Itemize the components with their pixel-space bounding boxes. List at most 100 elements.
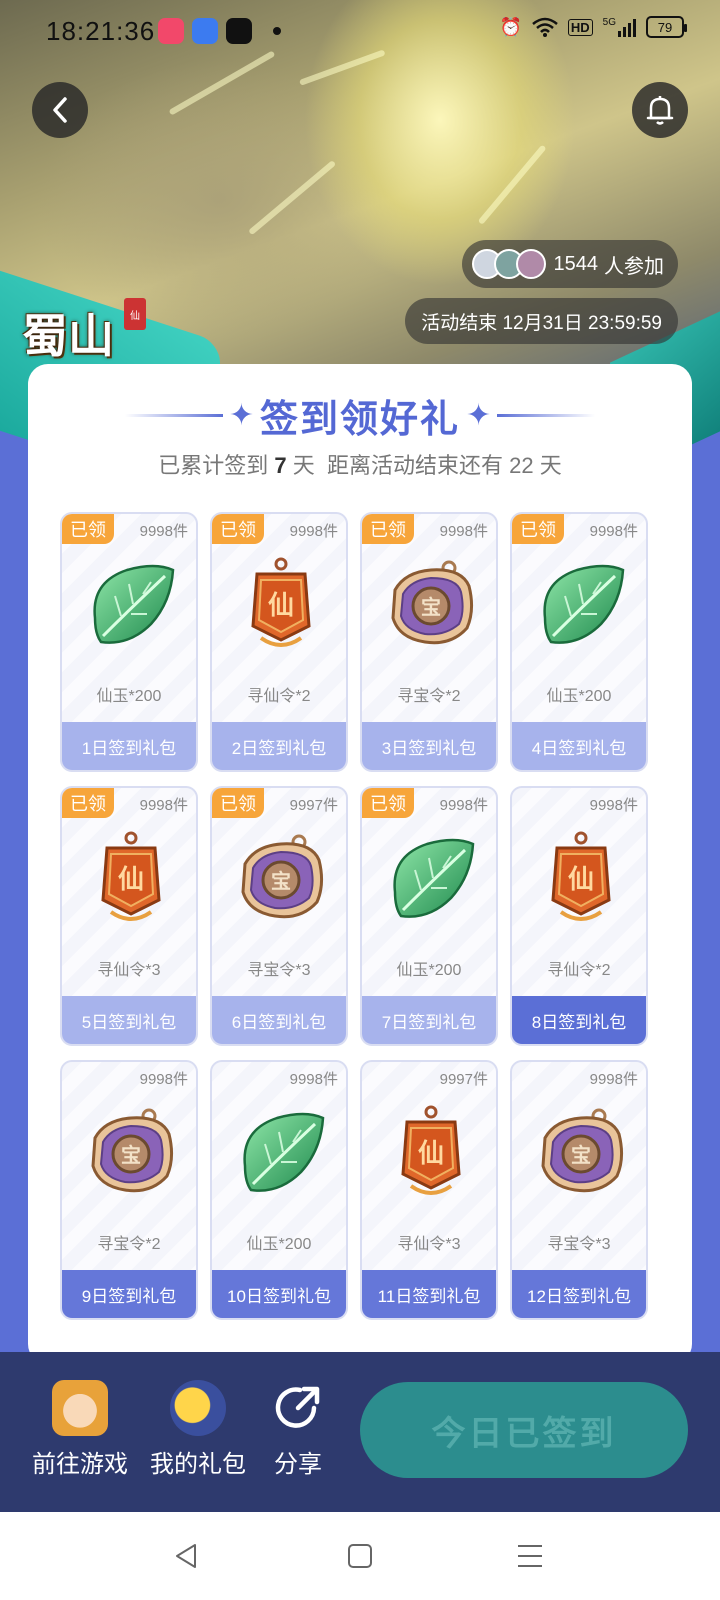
game-icon [52, 1380, 108, 1436]
remaining-days: 22 [509, 453, 534, 478]
checkin-card: ✦ 签到领好礼 ✦ 已累计签到 7 天 距离活动结束还有 22 天 已领 9998… [28, 364, 692, 1364]
reward-day-label: 7日签到礼包 [362, 996, 496, 1044]
reward-day-label: 9日签到礼包 [62, 1270, 196, 1318]
reward-item-name: 寻仙令*2 [547, 962, 611, 979]
svg-text:宝: 宝 [421, 595, 441, 619]
reward-stock: 9998件 [439, 797, 488, 814]
gift-icon [170, 1380, 226, 1436]
reward-stock: 9997件 [289, 797, 338, 814]
reward-card-day-6[interactable]: 已领 9997件宝寻宝令*3 6日签到礼包 [210, 786, 348, 1046]
signal-icon: 5G [603, 17, 636, 37]
sparkle-icon: ✦ [228, 399, 254, 432]
avatar [515, 249, 546, 279]
share-button[interactable]: 分享 [270, 1380, 326, 1479]
reward-item-name: 寻仙令*2 [247, 688, 311, 705]
avatar-stack [471, 249, 546, 279]
activity-end-time: 活动结束 12月31日 23:59:59 [405, 298, 678, 344]
reward-day-label: 5日签到礼包 [62, 996, 196, 1044]
reward-card-day-9[interactable]: 9998件宝寻宝令*2 9日签到礼包 [60, 1060, 198, 1320]
svg-text:宝: 宝 [571, 1143, 591, 1167]
claimed-badge: 已领 [212, 514, 264, 544]
reward-card-day-5[interactable]: 已领 9998件仙寻仙令*3 5日签到礼包 [60, 786, 198, 1046]
reward-stock: 9998件 [289, 1071, 338, 1088]
bottom-bar: 前往游戏 我的礼包 分享 今日已签到 [0, 1352, 720, 1512]
triangle-back-icon [176, 1544, 196, 1568]
reward-card-day-8[interactable]: 9998件仙寻仙令*2 8日签到礼包 [510, 786, 648, 1046]
notification-button[interactable] [632, 82, 688, 138]
battery-level: 79 [657, 19, 673, 35]
treasure-token-icon: 宝 [381, 556, 481, 656]
reward-item-name: 仙玉*200 [246, 1236, 312, 1253]
signed-days: 7 [274, 453, 287, 478]
svg-text:仙: 仙 [268, 591, 294, 621]
checkin-summary: 已累计签到 7 天 距离活动结束还有 22 天 [158, 453, 562, 478]
reward-grid: 已领 9998件 仙玉*200 1日签到礼包 已领 9998件仙寻仙令*2 2日签到礼包 已领… [60, 512, 648, 1320]
xian-token-icon: 仙 [531, 830, 631, 930]
reward-stock: 9998件 [289, 523, 338, 540]
menu-icon [518, 1545, 542, 1567]
bell-icon [646, 96, 674, 125]
reward-card-day-2[interactable]: 已领 9998件仙寻仙令*2 2日签到礼包 [210, 512, 348, 772]
claimed-badge: 已领 [362, 514, 414, 544]
reward-day-label: 12日签到礼包 [512, 1270, 646, 1318]
reward-stock: 9997件 [439, 1071, 488, 1088]
reward-day-label: 1日签到礼包 [62, 722, 196, 770]
status-time: 18:21:36 [46, 16, 156, 46]
jade-leaf-icon [531, 556, 631, 656]
status-bar: 18:21:36 ⏰ HD 5G 79 [0, 0, 720, 64]
reward-card-day-10[interactable]: 9998件仙玉*200 10日签到礼包 [210, 1060, 348, 1320]
share-icon [275, 1386, 320, 1428]
reward-stock: 9998件 [139, 523, 188, 540]
hd-icon: HD [567, 18, 593, 36]
reward-item-name: 寻宝令*3 [247, 962, 311, 979]
reward-item-name: 寻仙令*3 [397, 1236, 461, 1253]
claimed-badge: 已领 [512, 514, 564, 544]
more-notifications-dot [273, 27, 281, 35]
card-title-row: ✦ 签到领好礼 ✦ [28, 388, 692, 443]
reward-item-name: 寻宝令*2 [397, 688, 461, 705]
status-icons: ⏰ HD 5G 79 [499, 16, 687, 38]
reward-card-day-1[interactable]: 已领 9998件 仙玉*200 1日签到礼包 [60, 512, 198, 772]
my-gifts-button[interactable]: 我的礼包 [150, 1380, 246, 1479]
reward-stock: 9998件 [589, 797, 638, 814]
alarm-icon: ⏰ [499, 16, 522, 37]
square-home-icon [348, 1544, 372, 1568]
go-game-button[interactable]: 前往游戏 [32, 1380, 128, 1479]
reward-card-day-11[interactable]: 9997件仙寻仙令*3 11日签到礼包 [360, 1060, 498, 1320]
jade-leaf-icon [231, 1104, 331, 1204]
back-button[interactable] [32, 82, 88, 138]
logo-seal-icon: 仙 [124, 298, 146, 330]
battery-icon: 79 [646, 16, 687, 38]
reward-stock: 9998件 [589, 1071, 638, 1088]
game-logo: 蜀山 [22, 309, 114, 363]
nav-back-button[interactable] [162, 1532, 210, 1580]
reward-stock: 9998件 [439, 523, 488, 540]
reward-item-name: 仙玉*200 [96, 688, 162, 705]
reward-card-day-7[interactable]: 已领 9998件仙玉*200 7日签到礼包 [360, 786, 498, 1046]
reward-day-label: 6日签到礼包 [212, 996, 346, 1044]
reward-card-day-12[interactable]: 9998件宝寻宝令*3 12日签到礼包 [510, 1060, 648, 1320]
svg-text:仙: 仙 [118, 865, 144, 895]
jade-leaf-icon [81, 556, 181, 656]
reward-item-name: 寻仙令*3 [97, 962, 161, 979]
reward-stock: 9998件 [139, 797, 188, 814]
reward-day-label: 2日签到礼包 [212, 722, 346, 770]
claimed-badge: 已领 [362, 788, 414, 818]
nav-menu-button[interactable] [506, 1532, 554, 1580]
app-notification-icon [158, 18, 184, 44]
chevron-left-icon [53, 97, 67, 123]
chat-notification-icon [192, 18, 218, 44]
reward-day-label: 10日签到礼包 [212, 1270, 346, 1318]
reward-item-name: 仙玉*200 [396, 962, 462, 979]
svg-text:仙: 仙 [568, 865, 594, 895]
jade-leaf-icon [381, 830, 481, 930]
nav-home-button[interactable] [336, 1532, 384, 1580]
reward-card-day-4[interactable]: 已领 9998件 仙玉*200 4日签到礼包 [510, 512, 648, 772]
reward-card-day-3[interactable]: 已领 9998件宝寻宝令*2 3日签到礼包 [360, 512, 498, 772]
reward-stock: 9998件 [589, 523, 638, 540]
checkin-button[interactable]: 今日已签到 [360, 1382, 688, 1478]
claimed-badge: 已领 [62, 788, 114, 818]
xian-token-icon: 仙 [381, 1104, 481, 1204]
reward-item-name: 仙玉*200 [546, 688, 612, 705]
participants-suffix: 人参加 [604, 255, 664, 278]
